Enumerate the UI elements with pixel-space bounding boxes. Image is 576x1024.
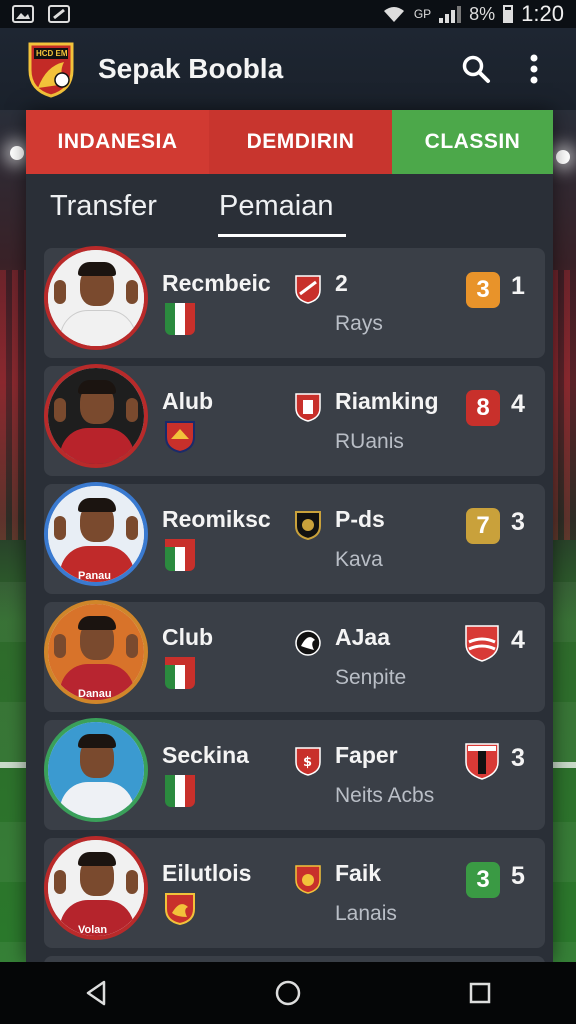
club-shield-icon [165, 893, 195, 925]
player-card[interactable]: Danau Club AJaa Senpite 4 [44, 600, 545, 712]
club-crest-icon [295, 393, 321, 422]
player-avatar: Volan [44, 836, 148, 940]
svg-text:$: $ [303, 755, 312, 770]
player-score: 1 [511, 272, 525, 300]
player-card[interactable]: Seckina $ Faper Neits Acbs 3 [44, 718, 545, 830]
active-tab-indicator [218, 234, 346, 237]
club-name: AJaa [335, 624, 390, 650]
shirt-text: Danau [78, 688, 112, 700]
club-name: Riamking [335, 388, 439, 414]
player-subtitle: Rays [335, 312, 383, 335]
back-icon [86, 980, 106, 1006]
tab-pemaian[interactable]: Pemaian [219, 174, 333, 223]
player-name: Seckina [162, 742, 249, 768]
club-shield-icon [165, 421, 195, 453]
back-button[interactable] [66, 968, 126, 1018]
player-score: 4 [511, 390, 525, 418]
wifi-icon [383, 7, 404, 22]
club-name: Faper [335, 742, 398, 768]
app-title: Sepak Boobla [98, 53, 284, 84]
segment-demdirin[interactable]: DEMDIRIN [209, 110, 392, 174]
player-avatar [44, 364, 148, 468]
system-nav-bar [0, 962, 576, 1024]
stadium-light [10, 146, 24, 160]
club-badge-icon [465, 625, 499, 662]
player-name: Eilutlois [162, 860, 252, 886]
player-avatar [44, 246, 148, 350]
player-card[interactable]: Recmbeic 2 Rays 3 1 [44, 246, 545, 358]
country-flag-icon [165, 775, 195, 807]
country-flag-icon [165, 303, 195, 335]
signal-icon [439, 5, 462, 23]
home-icon [275, 980, 301, 1006]
player-score: 3 [511, 508, 525, 536]
lion-crest-icon [295, 630, 321, 656]
stadium-light [556, 150, 570, 164]
battery-icon [503, 5, 514, 23]
recents-button[interactable] [450, 968, 510, 1018]
segment-classin[interactable]: CLASSIN [392, 110, 553, 174]
club-crest-icon [295, 865, 321, 894]
rank-badge: 3 [466, 272, 500, 308]
tab-bar: Transfer Pemaian [26, 174, 553, 250]
shirt-text: Panau [78, 570, 112, 582]
edit-notification-icon [48, 5, 70, 23]
club-name: Faik [335, 860, 382, 886]
club-crest-icon [295, 275, 321, 304]
rank-badge: 3 [466, 862, 500, 898]
player-score: 3 [511, 744, 525, 772]
tab-transfer[interactable]: Transfer [50, 174, 157, 223]
app-logo: HCD EM [26, 40, 76, 98]
more-options-button[interactable] [514, 49, 554, 89]
search-button[interactable] [456, 49, 496, 89]
home-button[interactable] [258, 968, 318, 1018]
player-subtitle: Senpite [335, 666, 407, 689]
player-score: 4 [511, 626, 525, 654]
player-card[interactable]: Panau Reomiksc P-ds Kava 7 3 [44, 482, 545, 594]
gallery-icon [12, 5, 34, 23]
player-avatar [44, 718, 148, 822]
player-name: Recmbeic [162, 270, 271, 296]
player-subtitle: RUanis [335, 430, 404, 453]
app-bar: HCD EM Sepak Boobla [0, 28, 576, 110]
player-subtitle: Lanais [335, 902, 397, 925]
segment-bar: INDANESIA DEMDIRIN CLASSIN [26, 110, 553, 174]
player-subtitle: Neits Acbs [335, 784, 435, 807]
segment-indanesia[interactable]: INDANESIA [26, 110, 209, 174]
rank-badge: 8 [466, 390, 500, 426]
more-vertical-icon [530, 54, 538, 84]
club-crest-icon [295, 511, 321, 540]
player-avatar: Panau [44, 482, 148, 586]
clock: 1:20 [521, 1, 564, 26]
club-badge-icon [465, 743, 499, 780]
club-name: 2 [335, 270, 348, 296]
club-crest-icon: $ [295, 747, 321, 776]
status-bar: GP 8% 1:20 [0, 0, 576, 28]
player-subtitle: Kava [335, 548, 383, 571]
country-flag-icon [165, 657, 195, 689]
club-name: P-ds [335, 506, 385, 532]
country-flag-icon [165, 539, 195, 571]
player-card[interactable]: Alub Riamking RUanis 8 4 [44, 364, 545, 476]
shirt-text: Volan [78, 924, 108, 936]
network-type: GP [413, 7, 432, 21]
player-avatar: Danau [44, 600, 148, 704]
player-name: Reomiksc [162, 506, 271, 532]
player-score: 5 [511, 862, 525, 890]
search-icon [462, 55, 490, 83]
player-card[interactable]: Volan Eilutlois Faik Lanais 3 5 [44, 836, 545, 948]
main-panel: INDANESIA DEMDIRIN CLASSIN Transfer Pema… [26, 110, 553, 976]
rank-badge: 7 [466, 508, 500, 544]
player-name: Club [162, 624, 214, 650]
recents-icon [469, 982, 491, 1004]
logo-text: HCD EM [36, 49, 68, 58]
battery-percent: 8% [469, 3, 496, 24]
player-name: Alub [162, 388, 214, 414]
